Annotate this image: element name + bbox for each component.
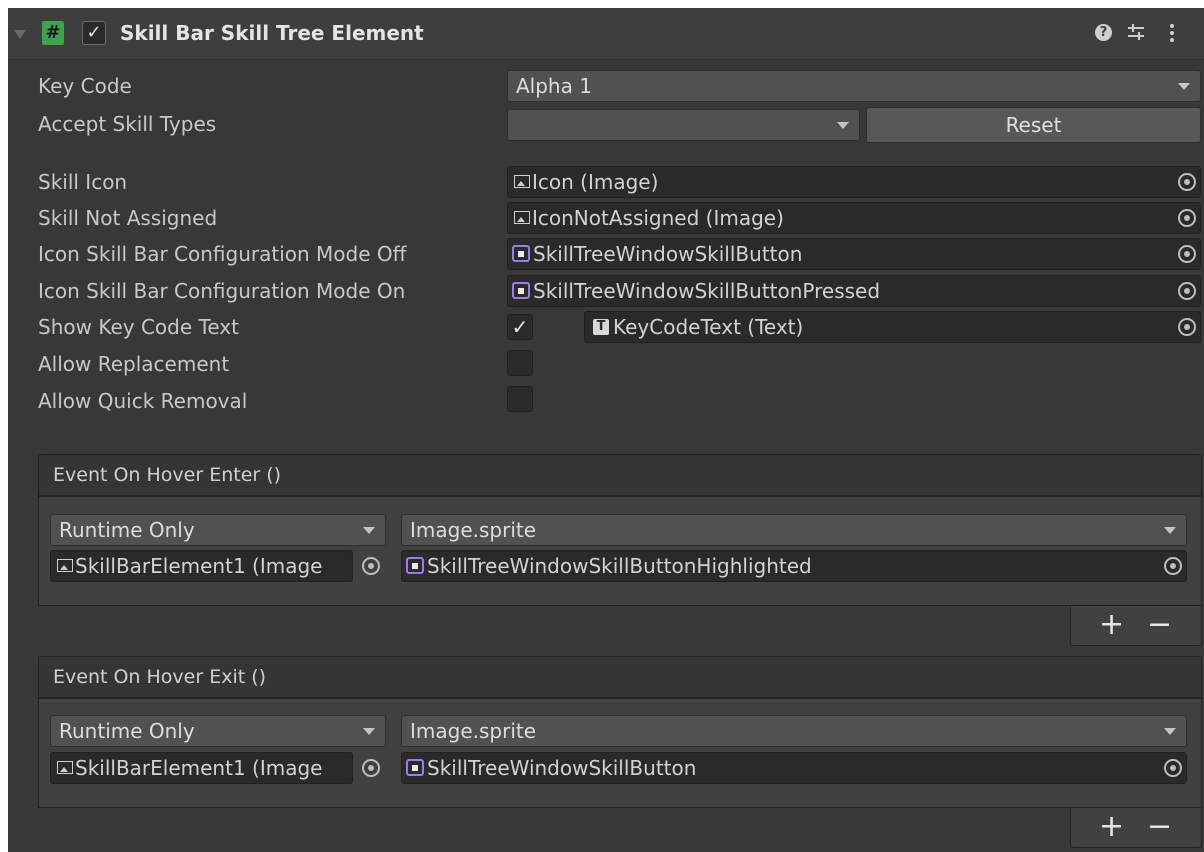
event-hover-exit-body: Runtime Only Image.sprite SkillBarElemen…	[38, 698, 1202, 808]
skill-icon-field[interactable]: Icon (Image)	[507, 166, 1201, 198]
add-listener-button[interactable]: +	[1099, 608, 1124, 642]
key-code-label: Key Code	[38, 74, 132, 98]
sprite-icon	[406, 759, 424, 776]
chevron-down-icon	[1164, 527, 1176, 534]
target-object-field[interactable]: SkillBarElement1 (Image	[50, 550, 353, 582]
skill-icon-label: Skill Icon	[38, 170, 128, 194]
component-title: Skill Bar Skill Tree Element	[120, 21, 424, 45]
settings-sliders-icon[interactable]	[1126, 22, 1146, 42]
allow-quick-removal-checkbox[interactable]	[507, 386, 533, 412]
target-object-value: SkillBarElement1 (Image	[75, 554, 323, 578]
object-picker-icon[interactable]	[1178, 245, 1196, 263]
argument-field[interactable]: SkillTreeWindowSkillButtonHighlighted	[401, 550, 1187, 582]
key-code-text-field[interactable]: T KeyCodeText (Text)	[584, 311, 1201, 343]
reset-button[interactable]: Reset	[866, 107, 1201, 143]
accept-skill-types-dropdown[interactable]	[507, 109, 860, 141]
icon-config-on-field[interactable]: SkillTreeWindowSkillButtonPressed	[507, 275, 1201, 307]
key-code-value: Alpha 1	[516, 74, 592, 98]
icon-config-off-value: SkillTreeWindowSkillButton	[533, 242, 803, 266]
checkmark-icon: ✓	[511, 315, 529, 339]
argument-value: SkillTreeWindowSkillButtonHighlighted	[427, 554, 812, 578]
key-code-text-value: KeyCodeText (Text)	[613, 315, 804, 339]
script-glyph: #	[45, 22, 61, 43]
add-listener-button[interactable]: +	[1099, 810, 1124, 844]
event-hover-exit-footer: + −	[1070, 808, 1202, 848]
accept-skill-types-label: Accept Skill Types	[38, 112, 217, 136]
object-picker-icon[interactable]	[362, 557, 380, 575]
skill-icon-value: Icon (Image)	[532, 170, 659, 194]
argument-value: SkillTreeWindowSkillButton	[427, 756, 697, 780]
text-component-icon: T	[593, 318, 609, 335]
runtime-value: Runtime Only	[59, 719, 195, 743]
function-value: Image.sprite	[410, 719, 537, 743]
checkmark-icon: ✓	[86, 22, 102, 43]
skill-not-assigned-field[interactable]: IconNotAssigned (Image)	[507, 202, 1201, 234]
object-picker-icon[interactable]	[1164, 759, 1182, 777]
remove-listener-button[interactable]: −	[1147, 608, 1172, 642]
kebab-menu-icon[interactable]	[1168, 22, 1176, 44]
target-object-value: SkillBarElement1 (Image	[75, 756, 323, 780]
runtime-value: Runtime Only	[59, 518, 195, 542]
show-key-code-text-checkbox[interactable]: ✓	[507, 314, 533, 340]
component-header[interactable]: # ✓ Skill Bar Skill Tree Element ?	[8, 8, 1204, 60]
sprite-icon	[406, 557, 424, 574]
remove-listener-button[interactable]: −	[1147, 810, 1172, 844]
runtime-dropdown[interactable]: Runtime Only	[50, 514, 386, 546]
event-hover-enter-body: Runtime Only Image.sprite SkillBarElemen…	[38, 496, 1202, 606]
image-icon	[57, 559, 73, 572]
icon-config-on-label: Icon Skill Bar Configuration Mode On	[38, 279, 406, 303]
object-picker-icon[interactable]	[362, 759, 380, 777]
script-icon: #	[42, 21, 64, 45]
skill-not-assigned-label: Skill Not Assigned	[38, 206, 218, 230]
function-value: Image.sprite	[410, 518, 537, 542]
foldout-arrow-icon[interactable]	[14, 30, 26, 39]
icon-config-on-value: SkillTreeWindowSkillButtonPressed	[533, 279, 881, 303]
sprite-icon	[512, 245, 530, 262]
component-enabled-checkbox[interactable]: ✓	[82, 21, 106, 45]
allow-replacement-checkbox[interactable]	[507, 350, 533, 376]
text-glyph: T	[596, 318, 606, 334]
object-picker-icon[interactable]	[1178, 173, 1196, 191]
chevron-down-icon	[363, 728, 375, 735]
object-picker-icon[interactable]	[1178, 282, 1196, 300]
icon-config-off-field[interactable]: SkillTreeWindowSkillButton	[507, 238, 1201, 270]
argument-field[interactable]: SkillTreeWindowSkillButton	[401, 752, 1187, 784]
inspector-panel: # ✓ Skill Bar Skill Tree Element ? Key C…	[8, 8, 1204, 852]
function-dropdown[interactable]: Image.sprite	[401, 715, 1187, 747]
event-title: Event On Hover Exit ()	[53, 666, 267, 688]
icon-config-off-label: Icon Skill Bar Configuration Mode Off	[38, 242, 407, 266]
runtime-dropdown[interactable]: Runtime Only	[50, 715, 386, 747]
allow-replacement-label: Allow Replacement	[38, 352, 230, 376]
skill-not-assigned-value: IconNotAssigned (Image)	[532, 206, 784, 230]
event-title: Event On Hover Enter ()	[53, 464, 282, 486]
chevron-down-icon	[1164, 728, 1176, 735]
object-picker-icon[interactable]	[1178, 209, 1196, 227]
event-hover-enter-header: Event On Hover Enter ()	[38, 454, 1202, 496]
image-icon	[514, 175, 530, 188]
object-picker-icon[interactable]	[1164, 557, 1182, 575]
target-object-field[interactable]: SkillBarElement1 (Image	[50, 752, 353, 784]
event-hover-enter-footer: + −	[1070, 606, 1202, 646]
show-key-code-text-label: Show Key Code Text	[38, 315, 239, 339]
function-dropdown[interactable]: Image.sprite	[401, 514, 1187, 546]
chevron-down-icon	[837, 122, 849, 129]
event-hover-exit-header: Event On Hover Exit ()	[38, 656, 1202, 698]
image-icon	[514, 211, 530, 224]
help-icon[interactable]: ?	[1095, 24, 1112, 41]
image-icon	[57, 761, 73, 774]
object-picker-icon[interactable]	[1178, 318, 1196, 336]
chevron-down-icon	[1178, 83, 1190, 90]
allow-quick-removal-label: Allow Quick Removal	[38, 389, 248, 413]
key-code-dropdown[interactable]: Alpha 1	[507, 70, 1201, 102]
chevron-down-icon	[363, 527, 375, 534]
sprite-icon	[512, 282, 530, 299]
